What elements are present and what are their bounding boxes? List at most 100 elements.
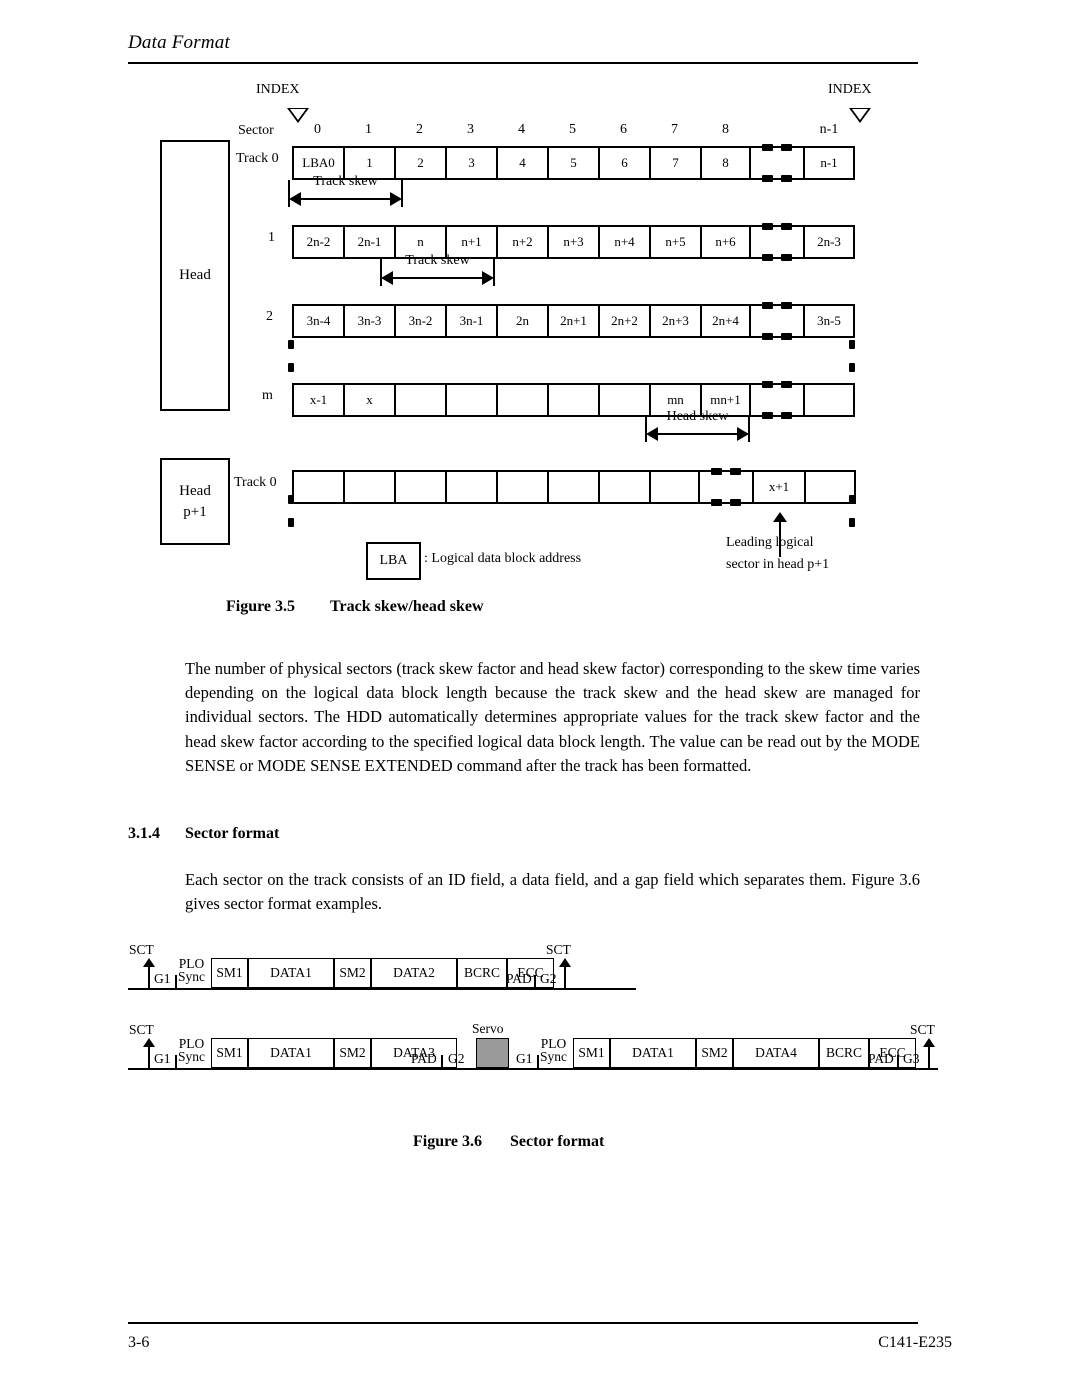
track-0-label: Track 0 <box>236 151 279 166</box>
row1-field-sm2: SM2 <box>334 958 371 988</box>
vertical-ellipsis-right <box>849 340 855 386</box>
lba-legend-text: : Logical data block address <box>424 551 582 566</box>
head-p1-label-2: p+1 <box>183 503 207 520</box>
sector-number-2: 2 <box>416 122 423 137</box>
index-right-triangle-icon <box>849 108 871 123</box>
track-cell: 2n+2 <box>598 304 649 338</box>
servo-label: Servo <box>472 1021 504 1036</box>
sector-number-last: n-1 <box>819 122 839 137</box>
row2-g1-label-right: G1 <box>516 1051 533 1066</box>
row-label-m: m <box>262 388 273 403</box>
footer-doc-id: C141-E235 <box>878 1334 952 1351</box>
track-cell: 3n-1 <box>445 304 496 338</box>
track-cell <box>496 383 547 417</box>
sector-row-1-baseline <box>128 988 636 990</box>
header-rule <box>128 62 918 64</box>
track-cell: 3n-3 <box>343 304 394 338</box>
track-skew-arrow-1: Track skew <box>288 174 403 210</box>
track-cell: 4 <box>496 146 547 180</box>
track-cell: x-1 <box>292 383 343 417</box>
row1-plo-line-2: Sync <box>178 969 205 984</box>
head-skew-arrow: Head skew <box>645 409 750 445</box>
track-cell: 2n-2 <box>292 225 343 259</box>
sector-number-7: 7 <box>671 122 678 137</box>
track-row-track-p1: x+1 <box>292 468 856 506</box>
row2-right-field-data4: DATA4 <box>733 1038 819 1068</box>
index-left-triangle-icon <box>287 108 309 123</box>
track-cell <box>394 470 445 504</box>
track-cell <box>547 470 598 504</box>
paragraph-skew-explanation: The number of physical sectors (track sk… <box>185 659 920 775</box>
sector-number-0: 0 <box>314 122 321 137</box>
head-skew-label: Head skew <box>666 409 729 424</box>
leading-note-line-1: Leading logical <box>726 535 814 550</box>
track-cell: 3n-4 <box>292 304 343 338</box>
row1-plo-label: PLO Sync <box>178 957 205 984</box>
track-row-track-1: 2n-2 2n-1 n n+1 n+2 n+3 n+4 n+5 n+6 2n-3 <box>292 223 855 261</box>
footer-rule <box>128 1322 918 1324</box>
row2-right-field-sm1: SM1 <box>573 1038 610 1068</box>
figure-3-5: INDEX INDEX Sector 0 1 2 3 4 5 6 7 8 n-1 Head Hea… <box>0 70 1080 630</box>
head-box: Head <box>160 140 230 411</box>
lba-legend-box-label: LBA <box>379 553 408 568</box>
row2-sct-label-left: SCT <box>129 1022 154 1037</box>
track-row-track-m: x-1 x mn mn+1 <box>292 381 855 419</box>
row-label-1: 1 <box>268 230 275 245</box>
section-title: Sector format <box>185 825 280 842</box>
figure-3-6: SCT G1 PLO Sync SM1 DATA1 SM2 DATA2 BCRC ECC … <box>0 935 1080 1150</box>
track-cell-tail: n-1 <box>803 146 855 180</box>
row2-right-field-bcrc: BCRC <box>819 1038 869 1068</box>
track-cell <box>649 470 700 504</box>
row1-field-data1: DATA1 <box>248 958 334 988</box>
track-cell <box>394 383 445 417</box>
row1-field-bcrc: BCRC <box>457 958 507 988</box>
figure-3-5-caption-text: Track skew/head skew <box>330 598 484 615</box>
row1-tick-2 <box>534 975 536 988</box>
head-box-label: Head <box>179 267 211 284</box>
row2-g3-label: G3 <box>903 1051 920 1066</box>
row1-sct-label-left: SCT <box>129 942 154 957</box>
row2-plo-right-line-2: Sync <box>540 1049 567 1064</box>
sector-number-1: 1 <box>365 122 372 137</box>
row1-g2-label: G2 <box>540 971 557 986</box>
row2-plo-label-left: PLO Sync <box>178 1037 205 1064</box>
vertical-ellipsis-right-lower <box>849 495 855 541</box>
track-cell: 6 <box>598 146 649 180</box>
paragraph-sector-format-intro: Each sector on the track consists of an … <box>185 870 920 914</box>
track-cell: n+3 <box>547 225 598 259</box>
sector-number-5: 5 <box>569 122 576 137</box>
track-cell-tail <box>803 383 855 417</box>
index-right-label: INDEX <box>828 82 872 97</box>
sector-number-3: 3 <box>467 122 474 137</box>
vertical-ellipsis-left-lower <box>288 495 294 541</box>
row2-right-field-sm2: SM2 <box>696 1038 733 1068</box>
row2-plo-left-line-2: Sync <box>178 1049 205 1064</box>
lba-legend-box: LBA <box>366 542 421 580</box>
sector-number-8: 8 <box>722 122 729 137</box>
row2-sct-mark-right-icon <box>923 1038 935 1068</box>
row2-plo-label-right: PLO Sync <box>540 1037 567 1064</box>
row2-sct-mark-left-icon <box>143 1038 155 1068</box>
track-cell: 2n <box>496 304 547 338</box>
row2-left-field-data1: DATA1 <box>248 1038 334 1068</box>
row1-sct-mark-left-icon <box>143 958 155 988</box>
track-0-label-p1: Track 0 <box>234 475 277 490</box>
track-cell: 2n+4 <box>700 304 751 338</box>
track-cell-tail: 3n-5 <box>803 304 855 338</box>
track-gap-ellipsis <box>751 223 803 261</box>
leading-note-line-2: sector in head p+1 <box>726 557 830 572</box>
row2-tick-3 <box>537 1055 539 1068</box>
row2-right-field-data1: DATA1 <box>610 1038 696 1068</box>
track-gap-ellipsis <box>751 302 803 340</box>
figure-3-6-caption-text: Sector format <box>510 1133 605 1150</box>
track-cell <box>292 470 343 504</box>
track-cell <box>343 470 394 504</box>
row2-sct-label-right: SCT <box>910 1022 935 1037</box>
row1-field-data2: DATA2 <box>371 958 457 988</box>
sector-row-2-baseline <box>128 1068 938 1070</box>
footer-page-number: 3-6 <box>128 1334 150 1351</box>
track-gap-ellipsis <box>700 468 752 506</box>
row2-tick-1 <box>175 1055 177 1068</box>
sector-label: Sector <box>238 123 274 138</box>
row2-g1-label-left: G1 <box>154 1051 171 1066</box>
